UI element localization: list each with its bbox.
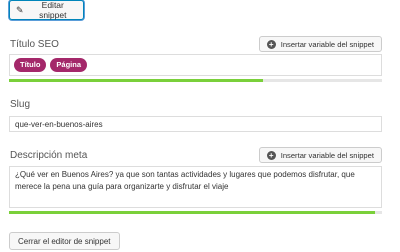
- insert-variable-label: Insertar variable del snippet: [280, 150, 374, 160]
- edit-snippet-button[interactable]: ✎ Editar snippet: [9, 0, 84, 20]
- slug-label: Slug: [10, 99, 31, 110]
- close-snippet-editor-button[interactable]: Cerrar el editor de snippet: [9, 232, 120, 250]
- seo-title-insert-variable-button[interactable]: + Insertar variable del snippet: [258, 36, 382, 52]
- seo-title-label: Título SEO: [10, 39, 59, 50]
- plus-icon: +: [266, 39, 276, 49]
- meta-description-label: Descripción meta: [10, 150, 88, 161]
- meta-description-input[interactable]: ¿Qué ver en Buenos Aires? ya que son tan…: [9, 166, 382, 208]
- plus-icon: +: [266, 150, 276, 160]
- insert-variable-label: Insertar variable del snippet: [280, 39, 374, 49]
- seo-title-progress-fill: [9, 79, 263, 82]
- meta-description-insert-variable-button[interactable]: + Insertar variable del snippet: [258, 147, 382, 163]
- seo-title-input[interactable]: Título Página: [9, 54, 382, 76]
- variable-tag-title[interactable]: Título: [14, 58, 47, 72]
- pencil-icon: ✎: [16, 4, 24, 15]
- edit-snippet-label: Editar snippet: [39, 0, 67, 20]
- meta-description-progress-bar: [9, 211, 382, 214]
- slug-input[interactable]: que-ver-en-buenos-aires: [9, 116, 382, 132]
- variable-tag-page[interactable]: Página: [50, 58, 88, 72]
- meta-description-progress-fill: [9, 211, 375, 214]
- seo-title-progress-bar: [9, 79, 382, 82]
